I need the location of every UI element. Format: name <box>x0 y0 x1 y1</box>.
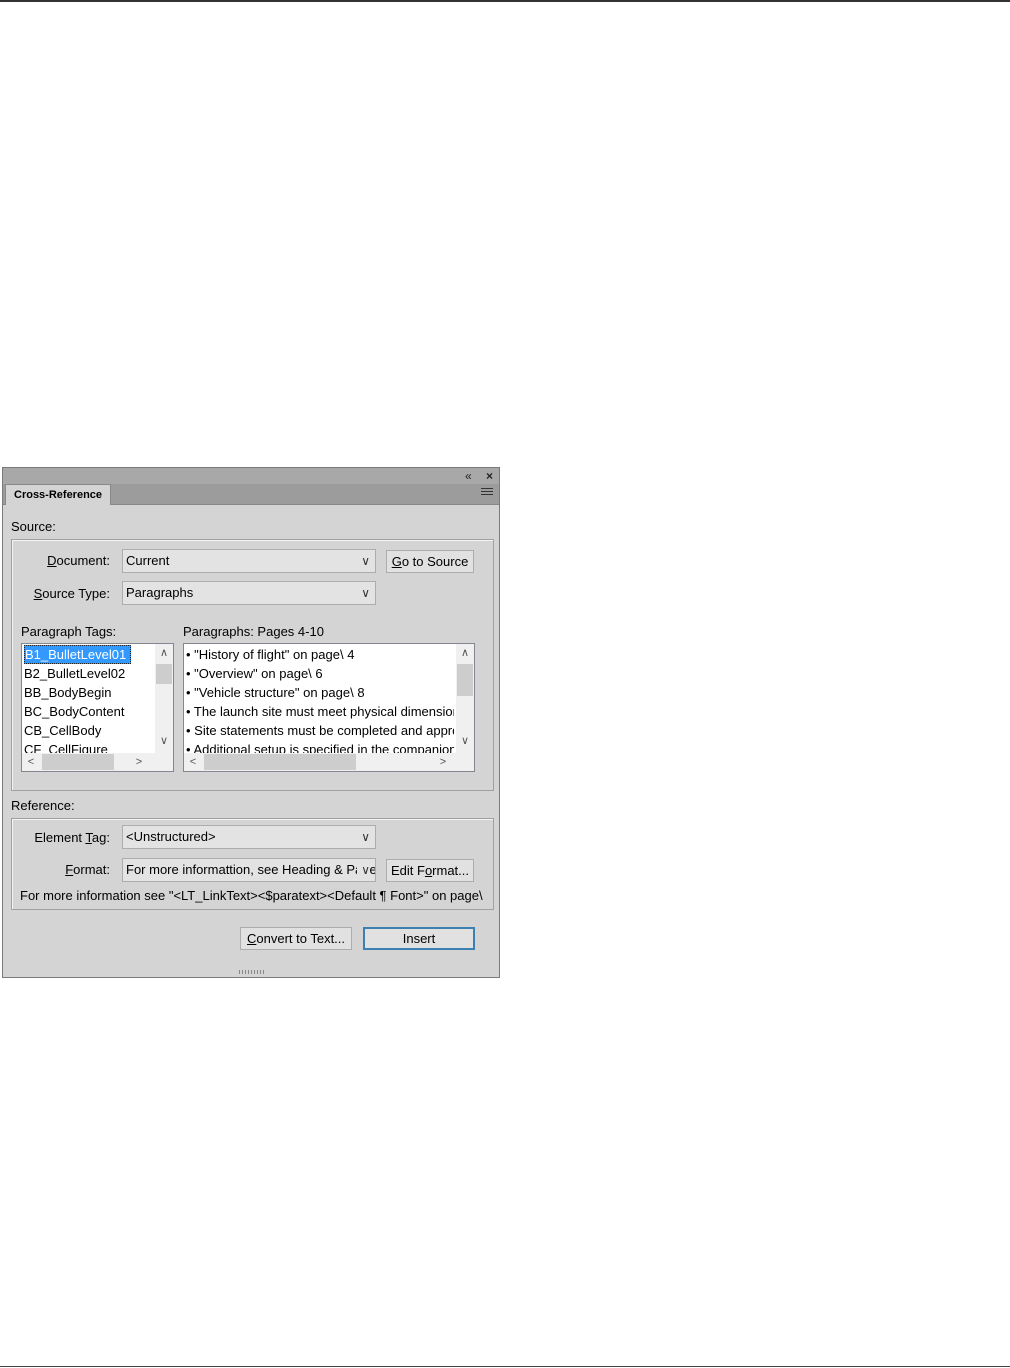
panel-tabstrip: Cross-Reference <box>3 484 499 505</box>
scroll-left-icon[interactable]: < <box>22 753 40 771</box>
scroll-up-icon[interactable]: ∧ <box>456 644 474 662</box>
chevron-down-icon: ∨ <box>357 859 370 881</box>
convert-to-text-button[interactable]: Convert to Text... <box>240 927 352 950</box>
hamburger-menu-icon[interactable] <box>481 488 493 498</box>
list-item[interactable]: • "Overview" on page\ 6 <box>186 664 454 683</box>
scroll-right-icon[interactable]: > <box>130 753 148 771</box>
list-item[interactable]: B2_BulletLevel02 <box>24 664 125 683</box>
document-select[interactable]: Current ∨ <box>122 549 376 573</box>
scroll-down-icon[interactable]: ∨ <box>456 732 474 750</box>
go-to-source-button[interactable]: Go to Source <box>386 550 474 573</box>
format-select[interactable]: For more informattion, see Heading & Pag… <box>122 858 376 882</box>
element-tag-select-value: <Unstructured> <box>126 829 216 844</box>
edit-format-button[interactable]: Edit Format... <box>386 859 474 882</box>
tab-cross-reference[interactable]: Cross-Reference <box>5 484 112 505</box>
scroll-right-icon[interactable]: > <box>434 753 452 771</box>
paragraph-tags-label: Paragraph Tags: <box>21 624 117 639</box>
reference-section-label: Reference: <box>11 798 75 813</box>
page-bottom-rule <box>0 1366 1010 1367</box>
document-select-value: Current <box>126 553 170 568</box>
paragraphs-horizontal-scrollbar[interactable]: < > <box>184 753 474 771</box>
list-item[interactable]: CB_CellBody <box>24 721 101 740</box>
list-item[interactable]: • "Vehicle structure" on page\ 8 <box>186 683 454 702</box>
list-item[interactable]: B1_BulletLevel01 <box>24 645 132 664</box>
source-type-select[interactable]: Paragraphs ∨ <box>122 581 376 605</box>
format-select-value: For more informattion, see Heading & Pag… <box>126 862 376 877</box>
list-item[interactable]: • Site statements must be completed and … <box>186 721 454 740</box>
page-top-rule <box>0 0 1010 2</box>
tags-vertical-scrollbar[interactable]: ∧ ∨ <box>155 644 173 753</box>
panel-titlebar: « × <box>3 468 499 484</box>
list-item[interactable]: • "History of flight" on page\ 4 <box>186 645 454 664</box>
list-item[interactable]: BB_BodyBegin <box>24 683 111 702</box>
cross-reference-panel: « × Cross-Reference Source: Document: Cu… <box>2 467 500 978</box>
close-icon[interactable]: × <box>486 469 493 483</box>
element-tag-select[interactable]: <Unstructured> ∨ <box>122 825 376 849</box>
format-preview-text: For more information see "<LT_LinkText><… <box>20 888 486 903</box>
scroll-thumb[interactable] <box>42 754 114 770</box>
source-group: Document: Current ∨ Go to Source Source … <box>11 539 494 791</box>
source-type-select-value: Paragraphs <box>126 585 194 600</box>
paragraph-tags-list[interactable]: B1_BulletLevel01 B2_BulletLevel02 BB_Bod… <box>21 643 174 772</box>
resize-grip[interactable] <box>239 970 265 974</box>
scroll-up-icon[interactable]: ∧ <box>155 644 173 662</box>
paragraphs-label: Paragraphs: Pages 4-10 <box>183 624 324 639</box>
list-item[interactable]: BC_BodyContent <box>24 702 124 721</box>
insert-button[interactable]: Insert <box>363 927 475 950</box>
chevron-down-icon: ∨ <box>361 586 370 600</box>
collapse-icon[interactable]: « <box>465 469 472 483</box>
chevron-down-icon: ∨ <box>361 554 370 568</box>
paragraphs-list[interactable]: • "History of flight" on page\ 4 • "Over… <box>183 643 475 772</box>
paragraphs-vertical-scrollbar[interactable]: ∧ ∨ <box>456 644 474 753</box>
chevron-down-icon: ∨ <box>361 830 370 844</box>
scroll-down-icon[interactable]: ∨ <box>155 732 173 750</box>
scroll-thumb[interactable] <box>204 754 356 770</box>
document-label: Document: <box>47 553 110 568</box>
element-tag-label: Element Tag: <box>34 830 110 845</box>
source-type-label: Source Type: <box>33 586 110 601</box>
scroll-thumb[interactable] <box>457 664 473 696</box>
scroll-thumb[interactable] <box>156 664 172 684</box>
tags-horizontal-scrollbar[interactable]: < > <box>22 753 173 771</box>
list-item[interactable]: • The launch site must meet physical dim… <box>186 702 454 721</box>
source-section-label: Source: <box>11 519 56 534</box>
format-label: Format: <box>65 862 110 877</box>
scroll-left-icon[interactable]: < <box>184 753 202 771</box>
